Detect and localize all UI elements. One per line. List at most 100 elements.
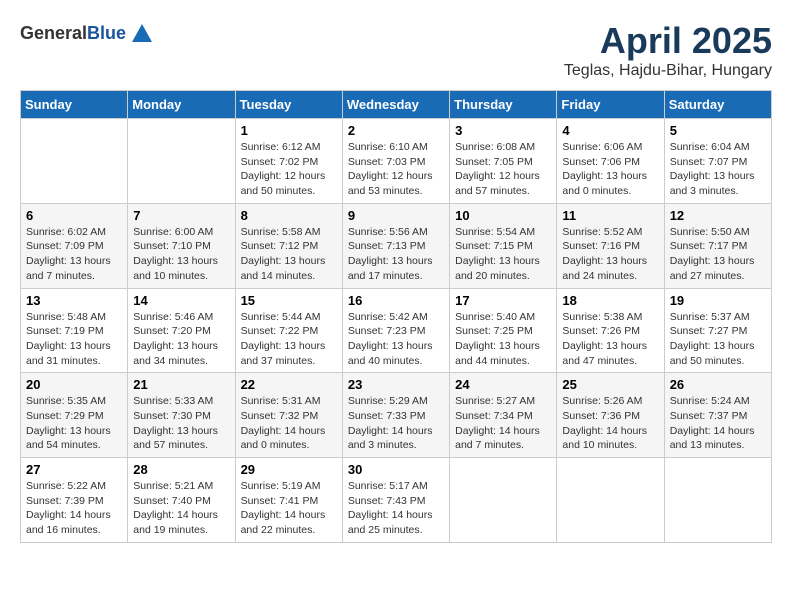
day-number: 26 (670, 377, 766, 392)
logo-blue-text: Blue (87, 23, 126, 43)
calendar-cell: 10Sunrise: 5:54 AM Sunset: 7:15 PM Dayli… (450, 203, 557, 288)
day-number: 14 (133, 293, 229, 308)
calendar-cell: 24Sunrise: 5:27 AM Sunset: 7:34 PM Dayli… (450, 373, 557, 458)
day-info: Sunrise: 5:58 AM Sunset: 7:12 PM Dayligh… (241, 225, 337, 284)
day-number: 23 (348, 377, 444, 392)
calendar-cell: 18Sunrise: 5:38 AM Sunset: 7:26 PM Dayli… (557, 288, 664, 373)
calendar-cell: 13Sunrise: 5:48 AM Sunset: 7:19 PM Dayli… (21, 288, 128, 373)
calendar-cell (664, 458, 771, 543)
calendar-cell: 2 Sunrise: 6:10 AM Sunset: 7:03 PM Daylig… (342, 119, 449, 204)
day-number: 5 (670, 123, 766, 138)
calendar-cell: 21 Sunrise: 5:33 AM Sunset: 7:30 PM Dayli… (128, 373, 235, 458)
logo: GeneralBlue (20, 20, 156, 48)
weekday-header-tuesday: Tuesday (235, 91, 342, 119)
day-info: Sunrise: 6:10 AM Sunset: 7:03 PM Dayligh… (348, 140, 444, 199)
day-info: Sunrise: 5:52 AM Sunset: 7:16 PM Dayligh… (562, 225, 658, 284)
day-number: 15 (241, 293, 337, 308)
day-info: Sunrise: 6:12 AM Sunset: 7:02 PM Dayligh… (241, 140, 337, 199)
day-number: 30 (348, 462, 444, 477)
calendar-week-row: 20Sunrise: 5:35 AM Sunset: 7:29 PM Dayli… (21, 373, 772, 458)
calendar-cell (450, 458, 557, 543)
calendar-cell: 3Sunrise: 6:08 AM Sunset: 7:05 PM Daylig… (450, 119, 557, 204)
calendar-table: SundayMondayTuesdayWednesdayThursdayFrid… (20, 90, 772, 543)
day-info: Sunrise: 5:56 AM Sunset: 7:13 PM Dayligh… (348, 225, 444, 284)
calendar-cell: 7 Sunrise: 6:00 AM Sunset: 7:10 PM Daylig… (128, 203, 235, 288)
day-info: Sunrise: 6:02 AM Sunset: 7:09 PM Dayligh… (26, 225, 122, 284)
day-number: 2 (348, 123, 444, 138)
day-number: 16 (348, 293, 444, 308)
day-number: 29 (241, 462, 337, 477)
day-info: Sunrise: 6:04 AM Sunset: 7:07 PM Dayligh… (670, 140, 766, 199)
calendar-week-row: 13Sunrise: 5:48 AM Sunset: 7:19 PM Dayli… (21, 288, 772, 373)
calendar-cell: 25 Sunrise: 5:26 AM Sunset: 7:36 PM Dayli… (557, 373, 664, 458)
weekday-header-monday: Monday (128, 91, 235, 119)
day-number: 7 (133, 208, 229, 223)
day-number: 8 (241, 208, 337, 223)
month-title: April 2025 (564, 20, 772, 62)
calendar-cell: 6 Sunrise: 6:02 AM Sunset: 7:09 PM Daylig… (21, 203, 128, 288)
calendar-cell: 20Sunrise: 5:35 AM Sunset: 7:29 PM Dayli… (21, 373, 128, 458)
day-info: Sunrise: 5:33 AM Sunset: 7:30 PM Dayligh… (133, 394, 229, 453)
calendar-week-row: 27Sunrise: 5:22 AM Sunset: 7:39 PM Dayli… (21, 458, 772, 543)
day-info: Sunrise: 5:37 AM Sunset: 7:27 PM Dayligh… (670, 310, 766, 369)
calendar-cell: 8 Sunrise: 5:58 AM Sunset: 7:12 PM Daylig… (235, 203, 342, 288)
title-area: April 2025 Teglas, Hajdu-Bihar, Hungary (564, 20, 772, 80)
day-number: 3 (455, 123, 551, 138)
header: GeneralBlue April 2025 Teglas, Hajdu-Bih… (20, 20, 772, 80)
day-info: Sunrise: 5:19 AM Sunset: 7:41 PM Dayligh… (241, 479, 337, 538)
day-number: 27 (26, 462, 122, 477)
day-number: 1 (241, 123, 337, 138)
calendar-cell: 16 Sunrise: 5:42 AM Sunset: 7:23 PM Dayli… (342, 288, 449, 373)
weekday-header-saturday: Saturday (664, 91, 771, 119)
weekday-header-wednesday: Wednesday (342, 91, 449, 119)
day-info: Sunrise: 6:00 AM Sunset: 7:10 PM Dayligh… (133, 225, 229, 284)
calendar-cell (128, 119, 235, 204)
weekday-header-thursday: Thursday (450, 91, 557, 119)
day-info: Sunrise: 5:17 AM Sunset: 7:43 PM Dayligh… (348, 479, 444, 538)
calendar-cell: 27Sunrise: 5:22 AM Sunset: 7:39 PM Dayli… (21, 458, 128, 543)
day-info: Sunrise: 5:35 AM Sunset: 7:29 PM Dayligh… (26, 394, 122, 453)
day-number: 25 (562, 377, 658, 392)
calendar-cell: 11 Sunrise: 5:52 AM Sunset: 7:16 PM Dayli… (557, 203, 664, 288)
calendar-cell: 12 Sunrise: 5:50 AM Sunset: 7:17 PM Dayli… (664, 203, 771, 288)
day-number: 4 (562, 123, 658, 138)
day-info: Sunrise: 5:42 AM Sunset: 7:23 PM Dayligh… (348, 310, 444, 369)
weekday-header-friday: Friday (557, 91, 664, 119)
calendar-cell: 23Sunrise: 5:29 AM Sunset: 7:33 PM Dayli… (342, 373, 449, 458)
day-info: Sunrise: 5:26 AM Sunset: 7:36 PM Dayligh… (562, 394, 658, 453)
calendar-cell: 22 Sunrise: 5:31 AM Sunset: 7:32 PM Dayli… (235, 373, 342, 458)
calendar-cell: 30 Sunrise: 5:17 AM Sunset: 7:43 PM Dayli… (342, 458, 449, 543)
day-number: 13 (26, 293, 122, 308)
day-number: 17 (455, 293, 551, 308)
calendar-cell: 15 Sunrise: 5:44 AM Sunset: 7:22 PM Dayli… (235, 288, 342, 373)
day-number: 6 (26, 208, 122, 223)
day-number: 18 (562, 293, 658, 308)
weekday-header-row: SundayMondayTuesdayWednesdayThursdayFrid… (21, 91, 772, 119)
calendar-cell: 5 Sunrise: 6:04 AM Sunset: 7:07 PM Daylig… (664, 119, 771, 204)
day-info: Sunrise: 5:40 AM Sunset: 7:25 PM Dayligh… (455, 310, 551, 369)
calendar-cell: 1 Sunrise: 6:12 AM Sunset: 7:02 PM Daylig… (235, 119, 342, 204)
calendar-cell: 26 Sunrise: 5:24 AM Sunset: 7:37 PM Dayli… (664, 373, 771, 458)
day-number: 21 (133, 377, 229, 392)
day-info: Sunrise: 5:31 AM Sunset: 7:32 PM Dayligh… (241, 394, 337, 453)
day-info: Sunrise: 5:24 AM Sunset: 7:37 PM Dayligh… (670, 394, 766, 453)
calendar-cell: 9 Sunrise: 5:56 AM Sunset: 7:13 PM Daylig… (342, 203, 449, 288)
day-number: 24 (455, 377, 551, 392)
day-info: Sunrise: 5:44 AM Sunset: 7:22 PM Dayligh… (241, 310, 337, 369)
calendar-cell (21, 119, 128, 204)
day-info: Sunrise: 5:50 AM Sunset: 7:17 PM Dayligh… (670, 225, 766, 284)
logo-icon (128, 20, 156, 48)
day-number: 11 (562, 208, 658, 223)
calendar-cell: 4 Sunrise: 6:06 AM Sunset: 7:06 PM Daylig… (557, 119, 664, 204)
day-info: Sunrise: 6:06 AM Sunset: 7:06 PM Dayligh… (562, 140, 658, 199)
day-info: Sunrise: 5:46 AM Sunset: 7:20 PM Dayligh… (133, 310, 229, 369)
day-number: 12 (670, 208, 766, 223)
day-info: Sunrise: 5:54 AM Sunset: 7:15 PM Dayligh… (455, 225, 551, 284)
day-number: 22 (241, 377, 337, 392)
day-number: 28 (133, 462, 229, 477)
location-title: Teglas, Hajdu-Bihar, Hungary (564, 62, 772, 80)
calendar-cell: 29 Sunrise: 5:19 AM Sunset: 7:41 PM Dayli… (235, 458, 342, 543)
calendar-cell (557, 458, 664, 543)
day-number: 9 (348, 208, 444, 223)
logo-general-text: General (20, 23, 87, 43)
